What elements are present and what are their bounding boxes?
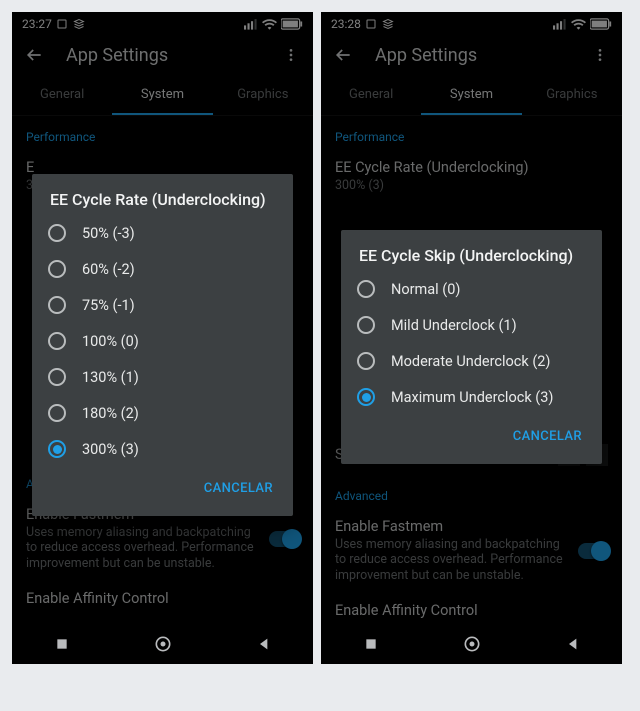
option-label: 60% (-2) [82,261,135,278]
radio-icon [357,316,375,334]
option-label: 75% (-1) [82,297,135,314]
dialog-cycle-rate: EE Cycle Rate (Underclocking) 50% (-3) 60… [32,174,293,516]
dialog-option[interactable]: Normal (0) [341,271,602,307]
dialog-option[interactable]: 100% (0) [32,323,293,359]
dialog-options: Normal (0) Mild Underclock (1) Moderate Un… [341,271,602,415]
home-icon[interactable] [462,634,482,654]
dialog-option[interactable]: 180% (2) [32,395,293,431]
option-label: 300% (3) [82,441,139,458]
radio-icon [48,440,66,458]
dialog-options: 50% (-3) 60% (-2) 75% (-1) 100% (0) 130% (1)… [32,215,293,467]
recents-icon[interactable] [54,636,70,652]
option-label: 100% (0) [82,333,139,350]
android-navbar [12,624,313,664]
dialog-cycle-skip: EE Cycle Skip (Underclocking) Normal (0)… [341,230,602,464]
dialog-title: EE Cycle Skip (Underclocking) [341,230,602,271]
dialog-title: EE Cycle Rate (Underclocking) [32,174,293,215]
option-label: 50% (-3) [82,225,135,242]
back-nav-icon[interactable] [256,636,272,652]
radio-icon [48,224,66,242]
radio-icon [48,332,66,350]
radio-icon [357,388,375,406]
android-navbar [321,624,622,664]
option-label: Mild Underclock (1) [391,317,517,334]
dialog-option[interactable]: 130% (1) [32,359,293,395]
home-icon[interactable] [153,634,173,654]
cancel-button[interactable]: CANCELAR [507,421,588,452]
option-label: Moderate Underclock (2) [391,353,550,370]
radio-icon [357,352,375,370]
radio-icon [48,296,66,314]
dialog-option[interactable]: Moderate Underclock (2) [341,343,602,379]
option-label: 180% (2) [82,405,139,422]
screen-left: 23:27 App Settings General System Graphi… [12,12,313,664]
dialog-option[interactable]: 50% (-3) [32,215,293,251]
radio-icon [48,368,66,386]
cancel-button[interactable]: CANCELAR [198,473,279,504]
back-nav-icon[interactable] [565,636,581,652]
dialog-option[interactable]: 75% (-1) [32,287,293,323]
recents-icon[interactable] [363,636,379,652]
dialog-option[interactable]: 60% (-2) [32,251,293,287]
option-label: Normal (0) [391,281,460,298]
dialog-option[interactable]: 300% (3) [32,431,293,467]
option-label: 130% (1) [82,369,139,386]
option-label: Maximum Underclock (3) [391,389,553,406]
dialog-option[interactable]: Maximum Underclock (3) [341,379,602,415]
dialog-option[interactable]: Mild Underclock (1) [341,307,602,343]
radio-icon [48,260,66,278]
radio-icon [357,280,375,298]
screen-right: 23:28 App Settings General System Graphi… [321,12,622,664]
radio-icon [48,404,66,422]
